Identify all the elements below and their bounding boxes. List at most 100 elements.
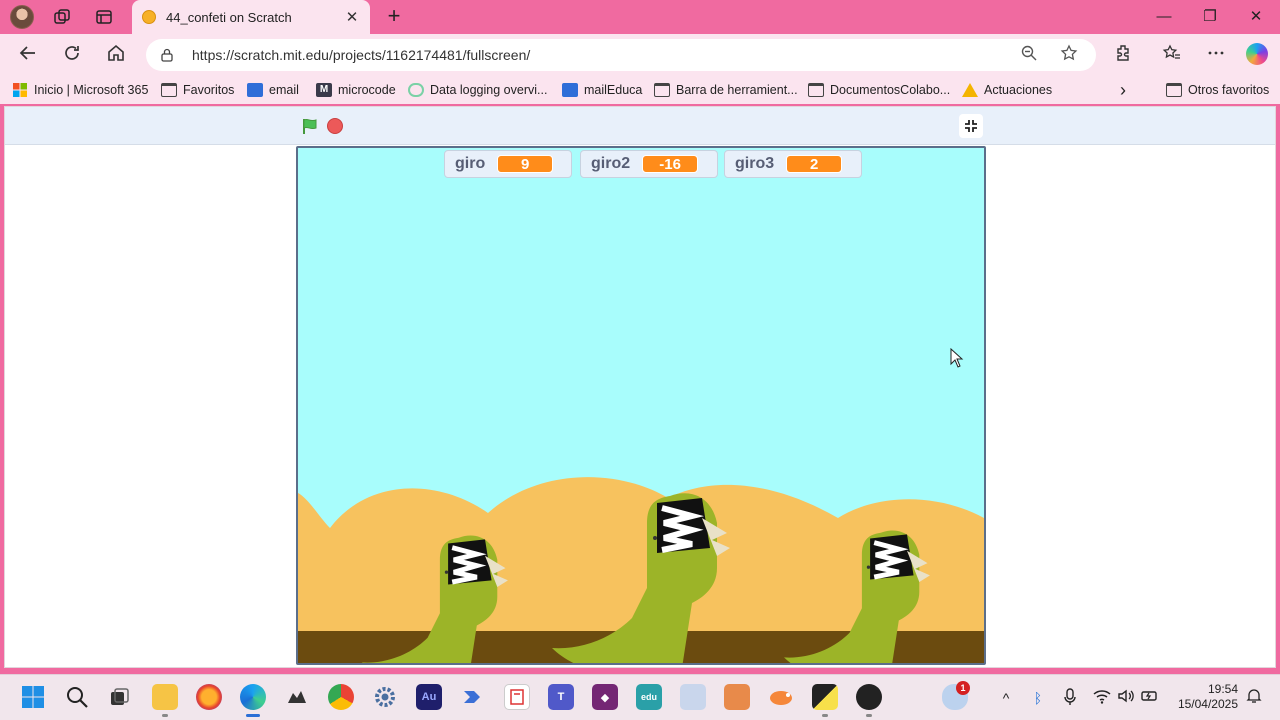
address-bar[interactable]: https://scratch.mit.edu/projects/1162174…	[146, 39, 1096, 71]
chrome-icon[interactable]	[328, 684, 354, 710]
bookmark-barra-herramientas[interactable]: Barra de herramient...	[654, 81, 798, 99]
jamboard-icon[interactable]	[724, 684, 750, 710]
power-automate-icon[interactable]	[460, 684, 486, 710]
active-tab[interactable]: 44_confeti on Scratch ✕	[132, 0, 370, 34]
zoom-icon[interactable]	[1016, 44, 1042, 66]
bookmark-label: microcode	[338, 83, 396, 97]
home-icon	[108, 44, 124, 61]
favorites-icon[interactable]	[1160, 43, 1184, 67]
bookmark-documentos-colabo[interactable]: DocumentosColabo...	[808, 81, 950, 99]
file-explorer-icon[interactable]	[152, 684, 178, 717]
monitor-value: 9	[497, 155, 554, 173]
bookmark-microcode[interactable]: M microcode	[316, 81, 396, 99]
bookmark-label: mailEduca	[584, 83, 643, 97]
stage-scene	[298, 477, 984, 663]
mail-icon	[562, 83, 578, 97]
folder-icon	[654, 83, 670, 97]
bookmark-otros-favoritos[interactable]: Otros favoritos	[1166, 81, 1269, 99]
variable-monitor-giro: giro 9	[444, 150, 572, 178]
link-icon	[408, 83, 424, 97]
favorite-star-icon[interactable]	[1056, 44, 1082, 66]
settings-icon[interactable]	[372, 684, 398, 710]
monitor-value: 2	[786, 155, 843, 173]
firefox-icon[interactable]	[196, 684, 222, 710]
chevron-right-icon: ›	[1120, 79, 1126, 100]
mouse-cursor-icon	[950, 348, 964, 368]
inkscape-icon[interactable]	[284, 684, 310, 710]
profile-avatar[interactable]	[10, 5, 34, 29]
obs-icon[interactable]	[856, 684, 882, 717]
restore-button[interactable]: ❐	[1198, 6, 1222, 28]
wifi-icon[interactable]	[1092, 688, 1112, 708]
bookmark-label: Inicio | Microsoft 365	[34, 83, 149, 97]
more-options-icon[interactable]	[1204, 43, 1228, 67]
sticky-icon[interactable]	[812, 684, 838, 717]
scratch-stage[interactable]: giro 9 giro2 -16 giro3 2	[296, 146, 986, 665]
lock-icon[interactable]	[160, 48, 174, 62]
show-hidden-icons-icon[interactable]: ^	[996, 688, 1016, 708]
volume-icon[interactable]	[1116, 688, 1136, 708]
scratch-icon[interactable]	[768, 684, 794, 710]
bookmark-favoritos[interactable]: Favoritos	[161, 81, 234, 99]
bookmark-email[interactable]: email	[247, 81, 299, 99]
clock-date: 15/04/2025	[1177, 697, 1238, 711]
edge-icon[interactable]	[240, 684, 266, 717]
tab-title: 44_confeti on Scratch	[166, 9, 292, 25]
audition-icon[interactable]: Au	[416, 684, 442, 710]
microcode-icon: M	[316, 83, 332, 97]
title-bar: 44_confeti on Scratch ✕ + — ❐ ✕	[0, 0, 1280, 34]
variable-monitor-giro3: giro3 2	[724, 150, 862, 178]
reload-button[interactable]	[60, 43, 84, 67]
mail-icon	[247, 83, 263, 97]
bookmark-actuaciones[interactable]: Actuaciones	[962, 81, 1052, 99]
google-drive-icon	[962, 83, 978, 97]
bookmark-data-logging[interactable]: Data logging overvi...	[408, 81, 547, 99]
exit-fullscreen-button[interactable]	[959, 114, 983, 138]
web-page: giro 9 giro2 -16 giro3 2	[4, 106, 1276, 668]
exit-fullscreen-icon	[965, 120, 977, 132]
bookmarks-bar: Inicio | Microsoft 365 Favoritos email M…	[0, 76, 1280, 104]
remote-icon[interactable]	[680, 684, 706, 710]
tab-close-icon[interactable]: ✕	[344, 8, 360, 26]
microphone-icon[interactable]	[1060, 688, 1080, 708]
reload-icon	[65, 46, 79, 60]
task-view-icon[interactable]	[106, 684, 132, 710]
taskbar: Au T ◆ edu ^ ᛒ 19:54 15/04/2025	[0, 674, 1280, 720]
bluetooth-icon[interactable]: ᛒ	[1028, 688, 1048, 708]
extensions-icon[interactable]	[1112, 43, 1136, 67]
edu-icon[interactable]: edu	[636, 684, 662, 710]
minimize-button[interactable]: —	[1152, 6, 1176, 28]
back-button[interactable]	[16, 43, 40, 67]
workspaces-icon[interactable]	[50, 5, 74, 29]
browser-toolbar: https://scratch.mit.edu/projects/1162174…	[0, 34, 1280, 76]
monitor-value: -16	[642, 155, 699, 173]
new-tab-button[interactable]: +	[382, 4, 406, 28]
clock-time: 19:54	[1207, 682, 1238, 696]
url-text[interactable]: https://scratch.mit.edu/projects/1162174…	[192, 47, 1016, 63]
bookmark-label: Data logging overvi...	[430, 83, 548, 97]
weather-notification-badge: 1	[956, 681, 970, 695]
bookmark-microsoft-365[interactable]: Inicio | Microsoft 365	[12, 81, 148, 99]
close-window-button[interactable]: ✕	[1244, 6, 1268, 28]
bookmark-label: DocumentosColabo...	[830, 83, 951, 97]
vertical-tabs-icon[interactable]	[92, 5, 116, 29]
search-icon[interactable]	[64, 684, 90, 710]
bookmark-maileduca[interactable]: mailEduca	[562, 81, 642, 99]
forms-icon[interactable]	[504, 684, 530, 710]
battery-icon[interactable]	[1140, 688, 1160, 708]
bookmark-label: Favoritos	[183, 83, 235, 97]
power-apps-icon[interactable]: ◆	[592, 684, 618, 710]
stop-button[interactable]	[327, 118, 343, 134]
folder-icon	[1166, 83, 1182, 97]
windows-start-icon[interactable]	[20, 684, 46, 710]
bookmark-label: Otros favoritos	[1188, 83, 1270, 97]
system-clock[interactable]: 19:54 15/04/2025	[1172, 682, 1238, 712]
copilot-icon[interactable]	[1246, 43, 1268, 65]
bookmark-label: Barra de herramient...	[676, 83, 798, 97]
folder-icon	[161, 83, 177, 97]
green-flag-icon[interactable]	[301, 117, 319, 135]
bookmarks-overflow-button[interactable]: ›	[1120, 79, 1126, 100]
notifications-icon[interactable]	[1244, 688, 1264, 708]
home-button[interactable]	[104, 43, 128, 67]
teams-icon[interactable]: T	[548, 684, 574, 710]
